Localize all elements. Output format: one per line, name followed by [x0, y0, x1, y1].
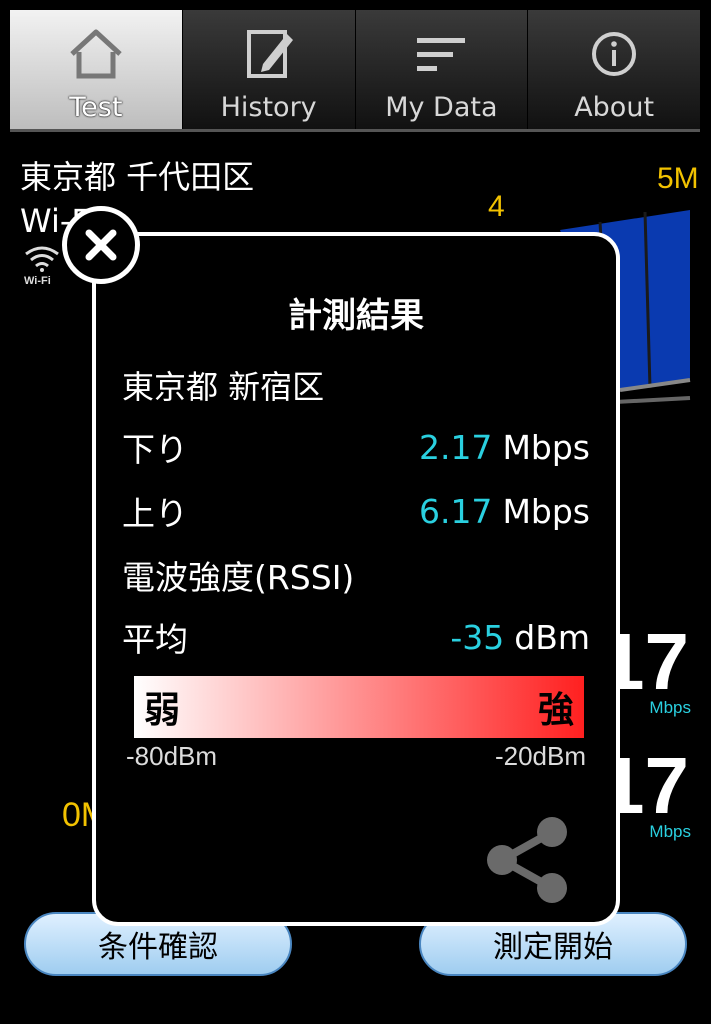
tab-history-label: History — [220, 92, 317, 123]
signal-strength-bar: 弱 強 — [134, 676, 584, 738]
tab-history[interactable]: History — [182, 10, 356, 129]
signal-min-label: -80dBm — [126, 741, 218, 771]
download-value-group: 2.17 Mbps — [419, 428, 590, 467]
tab-about-label: About — [574, 92, 655, 123]
upload-value-group: 6.17 Mbps — [419, 492, 590, 531]
gauge-tick-5m: 5M — [657, 162, 699, 195]
gauge-tick-4: 4 — [488, 190, 505, 223]
close-button[interactable] — [62, 206, 140, 284]
info-icon — [592, 32, 637, 76]
tab-test-label: Test — [69, 92, 123, 123]
average-value: -35 — [450, 617, 505, 657]
signal-max-label: -20dBm — [494, 741, 586, 771]
signal-weak-label: 弱 — [144, 690, 181, 731]
tab-my-data-label: My Data — [385, 92, 498, 123]
average-row: 平均 -35 dBm — [122, 612, 590, 662]
result-location: 東京都 新宿区 — [122, 368, 325, 406]
rssi-heading: 電波強度(RSSI) — [122, 558, 355, 597]
share-icon[interactable] — [480, 812, 576, 908]
close-icon — [85, 229, 117, 261]
signal-strong-label: 強 — [537, 690, 574, 731]
tab-test[interactable]: Test — [10, 10, 183, 129]
average-unit: dBm — [514, 617, 590, 657]
upload-speed-unit: Mbps — [649, 822, 691, 841]
tab-about[interactable]: About — [528, 10, 700, 129]
upload-row: 上り 6.17 Mbps — [122, 486, 590, 536]
list-icon — [417, 38, 466, 71]
download-unit: Mbps — [502, 427, 590, 467]
download-label: 下り — [122, 430, 188, 469]
download-value: 2.17 — [418, 427, 493, 467]
dialog-title: 計測結果 — [288, 296, 424, 336]
upload-unit: Mbps — [502, 491, 590, 531]
average-label: 平均 — [122, 620, 188, 659]
edit-icon — [246, 30, 293, 78]
download-row: 下り 2.17 Mbps — [122, 422, 590, 472]
upload-label: 上り — [122, 494, 188, 533]
rssi-heading-row: 電波強度(RSSI) — [122, 550, 590, 600]
result-dialog: 計測結果 東京都 新宿区 下り 2.17 Mbps 上り 6.17 Mbps 電波強… — [92, 232, 620, 926]
average-value-group: -35 dBm — [450, 618, 590, 657]
home-icon — [70, 29, 122, 79]
download-speed-unit: Mbps — [649, 698, 691, 717]
upload-value: 6.17 — [418, 491, 493, 531]
tab-my-data[interactable]: My Data — [355, 10, 529, 129]
tab-bar: Test History My Data About — [10, 10, 700, 132]
